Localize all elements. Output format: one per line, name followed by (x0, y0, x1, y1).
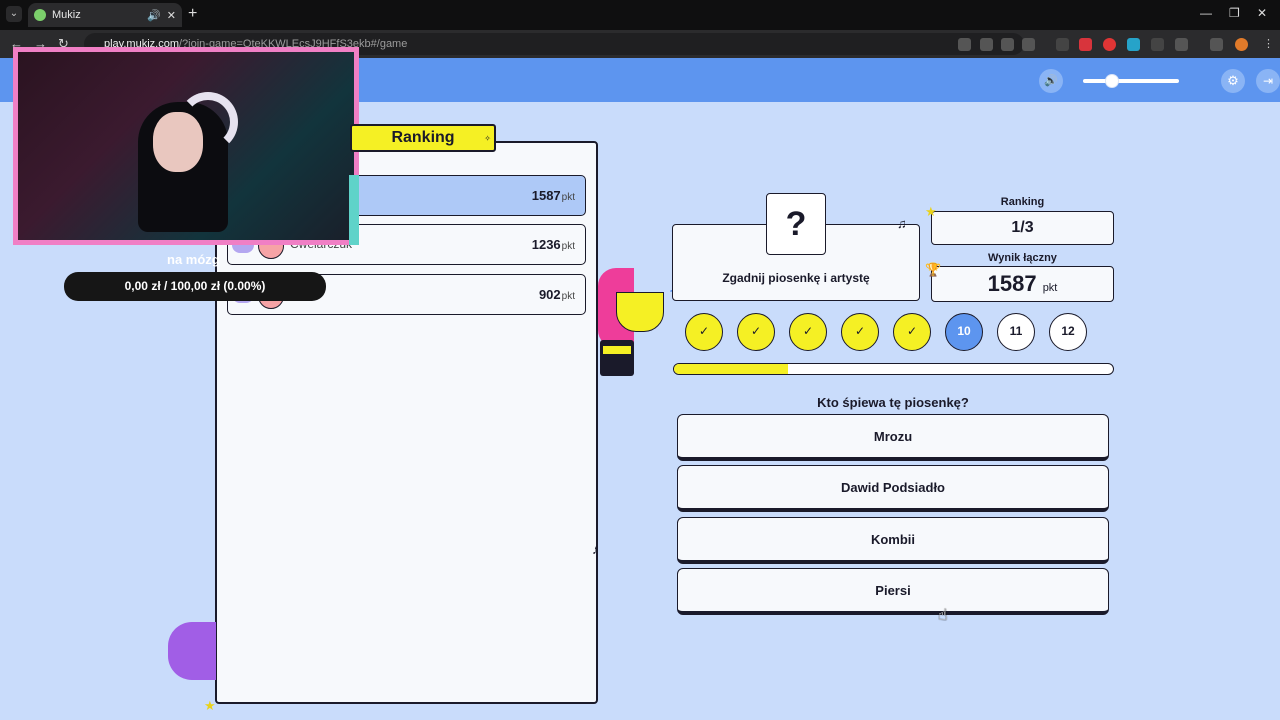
bookmark-star-icon[interactable] (1022, 38, 1035, 51)
trophy-icon (616, 292, 664, 332)
total-score-value: 1587 (987, 271, 1037, 296)
round-next-indicator: 11 (997, 313, 1035, 351)
round-completed-indicator: ✓ (893, 313, 931, 351)
player-score: 902pkt (538, 287, 575, 302)
purple-mascot-icon (168, 622, 216, 680)
ranking-tab: Ranking ✧ (350, 124, 496, 152)
media-control-icon[interactable] (1210, 38, 1223, 51)
translate-icon[interactable] (958, 38, 971, 51)
answer-button[interactable]: Piersi (677, 568, 1109, 615)
round-completed-indicator: ✓ (737, 313, 775, 351)
donation-goal-bar: 0,00 zł / 100,00 zł (0.00%) (64, 272, 326, 301)
volume-slider-handle[interactable] (1104, 74, 1119, 88)
ranking-value-box: 1/3 (931, 211, 1114, 245)
mute-button[interactable]: 🔊 (1039, 69, 1063, 93)
ranking-value: 1/3 (1011, 219, 1034, 236)
hand-cursor-icon: ☝ (938, 607, 948, 624)
close-window-button[interactable]: ✕ (1257, 6, 1267, 20)
round-next-indicator: 12 (1049, 313, 1087, 351)
extension-icon[interactable] (1056, 38, 1069, 51)
answer-button[interactable]: Mrozu (677, 414, 1109, 461)
answer-prompt: Kto śpiewa tę piosenkę? (817, 395, 969, 410)
eye-off-icon[interactable] (1001, 38, 1014, 51)
avatar[interactable] (1235, 38, 1248, 51)
browser-tab[interactable]: Mukiz 🔊 ✕ (28, 3, 182, 27)
donation-goal-label: na mózg (167, 252, 220, 267)
tab-search-button[interactable]: ⌄ (6, 6, 22, 22)
headset-icon (178, 92, 238, 152)
puzzle-icon[interactable] (1175, 38, 1188, 51)
new-tab-button[interactable]: + (188, 6, 197, 22)
extension-icon[interactable] (1127, 38, 1140, 51)
cast-icon[interactable] (980, 38, 993, 51)
star-icon: ★ (925, 204, 937, 219)
music-note-icon: ♫ (897, 216, 907, 231)
mukiz-favicon-icon (34, 9, 46, 21)
question-type: Zgadnij piosenkę i artystę (722, 271, 870, 285)
extension-icon[interactable] (1151, 38, 1164, 51)
total-score-box: 1587 pkt (931, 266, 1114, 302)
browser-tab-bar: ⌄ Mukiz 🔊 ✕ + — ❐ ✕ (0, 0, 1280, 30)
round-completed-indicator: ✓ (685, 313, 723, 351)
ranking-title: Ranking (391, 129, 455, 146)
record-extension-icon[interactable] (1103, 38, 1116, 51)
more-menu-icon[interactable]: ⋮ (1262, 38, 1275, 51)
round-current-indicator: 10 (945, 313, 983, 351)
round-completed-indicator: ✓ (789, 313, 827, 351)
minimize-button[interactable]: — (1200, 6, 1212, 20)
music-note-icon: ♪ (592, 542, 599, 557)
settings-button[interactable]: ⚙ (1221, 69, 1245, 93)
timer-progress-fill (674, 364, 789, 374)
trophy-base-icon (600, 340, 634, 376)
timer-progress-bar (673, 363, 1114, 375)
speaker-icon[interactable]: 🔊 (147, 9, 161, 22)
player-score: 1587pkt (531, 188, 575, 203)
exit-button[interactable]: ⇥ (1256, 69, 1280, 93)
total-score-unit: pkt (1042, 282, 1058, 294)
player-score: 1236pkt (531, 237, 575, 252)
trophy-small-icon: 🏆 (925, 262, 942, 277)
total-score-label: Wynik łączny (988, 252, 1057, 264)
tab-title: Mukiz (52, 9, 81, 21)
close-tab-icon[interactable]: ✕ (167, 9, 176, 22)
adblock-icon[interactable] (1079, 38, 1092, 51)
webcam-overlay (13, 47, 359, 245)
restore-button[interactable]: ❐ (1229, 6, 1240, 20)
star-icon: ★ (204, 698, 216, 713)
ranking-label: Ranking (1000, 196, 1045, 208)
answer-button[interactable]: Dawid Podsiadło (677, 465, 1109, 512)
sparkle-icon: ✧ (484, 134, 491, 143)
volume-slider[interactable] (1083, 74, 1179, 88)
mystery-song-box: ? (766, 193, 826, 255)
answer-button[interactable]: Kombii (677, 517, 1109, 564)
round-completed-indicator: ✓ (841, 313, 879, 351)
